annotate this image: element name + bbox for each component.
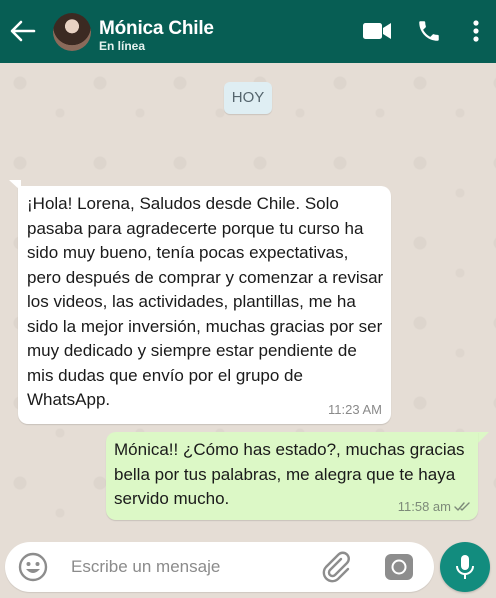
mic-icon <box>456 555 474 579</box>
double-check-icon <box>454 502 470 511</box>
contact-name[interactable]: Mónica Chile <box>99 18 214 40</box>
contact-status: En línea <box>99 39 146 53</box>
incoming-message[interactable]: ¡Hola! Lorena, Saludos desde Chile. Solo… <box>18 186 391 424</box>
chat-header: Mónica Chile En línea <box>0 0 496 63</box>
voice-message-button[interactable] <box>440 542 490 592</box>
message-input[interactable] <box>71 553 301 581</box>
outgoing-message[interactable]: Mónica!! ¿Cómo has estado?, muchas graci… <box>106 432 478 520</box>
avatar[interactable] <box>53 13 91 51</box>
emoji-icon[interactable] <box>17 551 49 583</box>
message-text: ¡Hola! Lorena, Saludos desde Chile. Solo… <box>27 194 384 409</box>
message-composer <box>5 542 434 592</box>
back-arrow-icon[interactable] <box>8 16 38 46</box>
attach-icon[interactable] <box>319 550 353 584</box>
phone-icon[interactable] <box>416 18 442 44</box>
menu-dots-icon[interactable] <box>468 18 484 44</box>
message-time: 11:58 am <box>397 499 451 514</box>
message-time: 11:23 AM <box>328 402 382 417</box>
outgoing-bubble-tail <box>478 432 489 443</box>
video-call-icon[interactable] <box>362 18 392 44</box>
camera-icon[interactable] <box>383 551 415 583</box>
day-separator: HOY <box>224 82 272 114</box>
